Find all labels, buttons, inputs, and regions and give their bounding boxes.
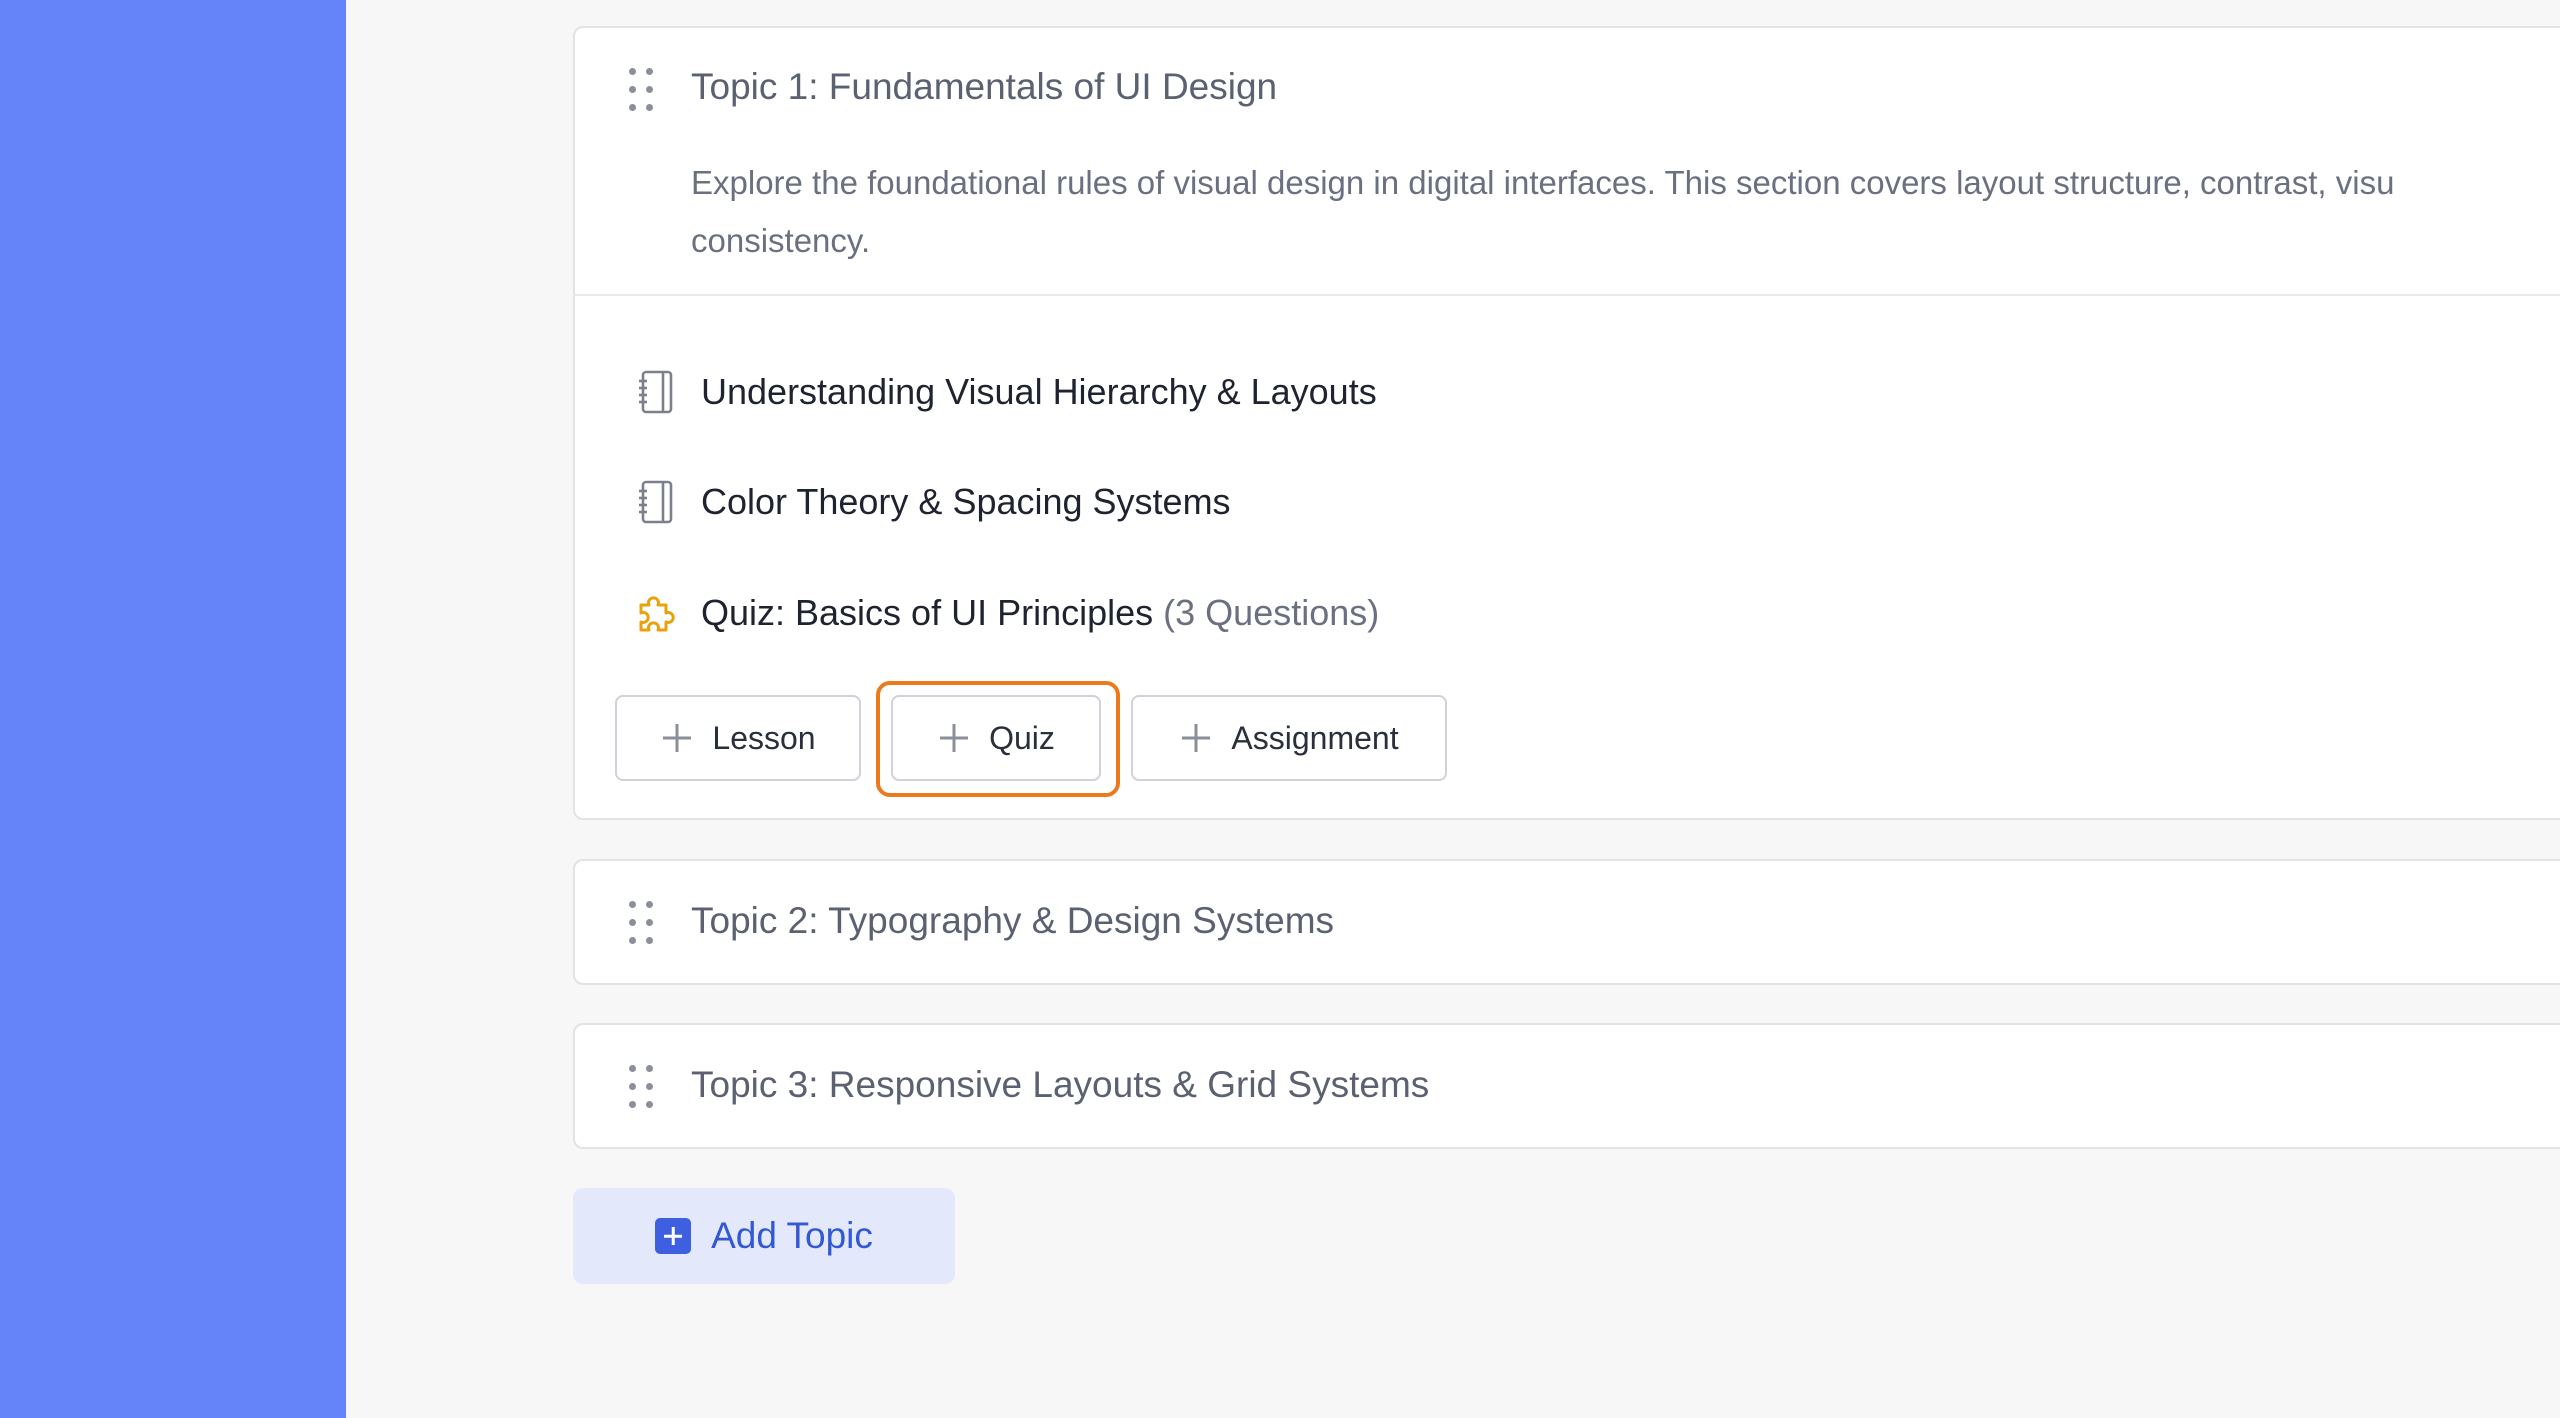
quiz-title: Quiz: Basics of UI Principles xyxy=(701,592,1154,633)
add-topic-button[interactable]: Add Topic xyxy=(573,1188,955,1284)
plus-square-icon xyxy=(655,1218,692,1254)
plus-icon xyxy=(940,724,969,752)
add-quiz-button[interactable]: Quiz xyxy=(891,695,1101,781)
lesson-title: Color Theory & Spacing Systems xyxy=(701,481,1231,522)
add-topic-label: Add Topic xyxy=(711,1215,873,1256)
topic-card-3[interactable]: Topic 3: Responsive Layouts & Grid Syste… xyxy=(573,1023,2560,1149)
quiz-question-count: (3 Questions) xyxy=(1163,592,1380,633)
topic-card-2[interactable]: Topic 2: Typography & Design Systems xyxy=(573,859,2560,985)
quiz-item[interactable]: Quiz: Basics of UI Principles (3 Questio… xyxy=(635,583,1379,643)
quiz-puzzle-icon xyxy=(635,589,679,637)
add-quiz-label: Quiz xyxy=(989,719,1055,756)
add-lesson-button[interactable]: Lesson xyxy=(615,695,861,781)
drag-handle-icon[interactable] xyxy=(629,901,655,945)
plus-icon xyxy=(663,724,692,752)
drag-handle-icon[interactable] xyxy=(629,1065,655,1109)
topic-description: Explore the foundational rules of visual… xyxy=(691,164,2395,259)
topic-title[interactable]: Topic 1: Fundamentals of UI Design xyxy=(691,66,1277,108)
lesson-book-icon xyxy=(635,478,679,526)
divider xyxy=(575,294,2560,296)
lesson-book-icon xyxy=(635,368,679,416)
add-assignment-button[interactable]: Assignment xyxy=(1131,695,1447,781)
drag-handle-icon[interactable] xyxy=(629,68,655,112)
add-lesson-label: Lesson xyxy=(712,719,816,756)
topic-title[interactable]: Topic 3: Responsive Layouts & Grid Syste… xyxy=(691,1064,1429,1106)
lesson-item[interactable]: Understanding Visual Hierarchy & Layouts xyxy=(635,362,1377,422)
plus-icon xyxy=(1182,724,1211,752)
topic-title[interactable]: Topic 2: Typography & Design Systems xyxy=(691,900,1334,942)
left-sidebar xyxy=(0,0,346,1418)
add-assignment-label: Assignment xyxy=(1231,719,1399,756)
topic-card-1: Topic 1: Fundamentals of UI Design Explo… xyxy=(573,26,2560,820)
lesson-item[interactable]: Color Theory & Spacing Systems xyxy=(635,472,1231,532)
lesson-title: Understanding Visual Hierarchy & Layouts xyxy=(701,371,1377,412)
